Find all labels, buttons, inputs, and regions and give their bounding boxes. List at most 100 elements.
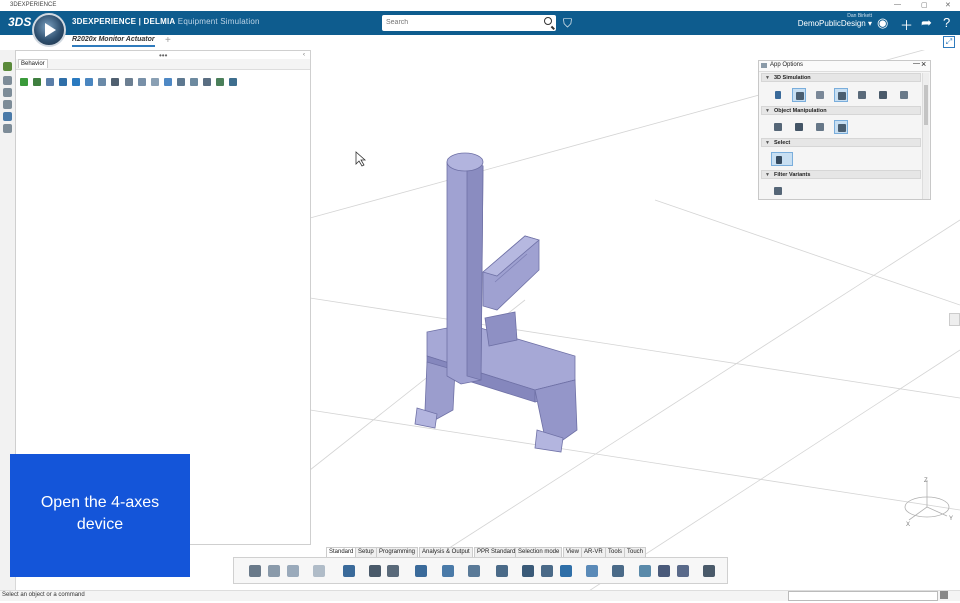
device-tool-icon[interactable] [441,564,455,578]
behavior-icon[interactable] [3,112,12,121]
filter-list-icon[interactable] [176,78,185,86]
help-icon[interactable]: ? [943,15,950,30]
select-arrow-icon[interactable] [771,152,793,166]
filter-variants-tools [771,184,789,198]
collision-icon[interactable] [792,120,806,134]
filter-alt-icon[interactable] [189,78,198,86]
sort-icon[interactable] [202,78,211,86]
workspace-selector[interactable]: DemoPublicDesign ▾ [796,19,872,28]
action-bar [233,557,728,584]
os-title-bar: 3DEXPERIENCE — ▢ ✕ [0,0,960,11]
align-icon[interactable] [834,120,849,134]
frame-icon[interactable] [124,78,133,86]
app-header: 3DS 3DEXPERIENCE | DELMIA Equipment Simu… [0,11,960,47]
analysis-tool-icon[interactable] [657,564,671,578]
settings-icon[interactable] [3,100,12,109]
app-options-icon [761,63,767,68]
minimize-panel-icon[interactable]: — [913,60,920,67]
panel-grip-icon[interactable]: ••• [159,51,167,60]
orientation-compass[interactable] [904,480,950,521]
status-settings-icon[interactable] [940,591,948,599]
window-close-button[interactable]: ✕ [945,1,951,9]
share-icon[interactable]: ➦ [921,15,932,31]
mechanism-tool-icon[interactable] [342,564,356,578]
search-icon[interactable] [544,17,552,25]
search-box[interactable] [382,15,556,31]
undo-icon[interactable] [312,564,326,578]
arrange-icon[interactable] [215,78,224,86]
anchor-tool-icon[interactable] [414,564,428,578]
edit-list-icon[interactable] [855,88,869,102]
snap-icon[interactable] [771,120,785,134]
os-window-title: 3DEXPERIENCE [10,2,57,8]
logic-tool-icon[interactable] [611,564,625,578]
variant-filter-icon[interactable] [771,184,785,198]
instruction-overlay: Open the 4-axes device [10,454,190,577]
robot-move-icon[interactable] [813,120,827,134]
split-icon[interactable] [85,78,94,86]
export-icon[interactable] [137,78,146,86]
layers-icon[interactable] [3,124,12,133]
simulation-tool-icon[interactable] [702,564,716,578]
globe-tool-icon[interactable] [638,564,652,578]
mechanism-icon[interactable] [792,88,807,102]
tag-icon[interactable]: ⛉ [563,16,572,31]
sensor-tool-icon[interactable] [521,564,535,578]
camera-icon[interactable] [876,88,890,102]
table-check-icon[interactable] [897,88,911,102]
upload-icon[interactable] [771,88,785,102]
gripper-tool-icon[interactable] [386,564,400,578]
run-icon[interactable] [229,78,237,86]
brand-title: 3DEXPERIENCE | DELMIA Equipment Simulati… [72,17,260,26]
close-panel-icon[interactable]: × [921,59,926,69]
window-minimize-button[interactable]: — [894,1,901,8]
move-icon[interactable] [72,78,81,86]
copy-icon[interactable] [813,88,827,102]
report-tool-icon[interactable] [676,564,690,578]
app-options-header: App Options — × [759,59,930,72]
cut-icon[interactable] [248,564,262,578]
tree-icon[interactable] [3,62,12,71]
filter-down-icon[interactable] [163,78,172,86]
validate-icon[interactable] [33,78,42,86]
signal-tool-icon[interactable] [585,564,599,578]
side-panel-toggle-icon[interactable] [949,313,960,326]
block-icon[interactable] [59,78,68,86]
window-maximize-button[interactable]: ▢ [921,1,928,9]
section-collapse-icon: ▼ [765,140,770,146]
collapse-panel-icon[interactable]: ‹ [303,52,305,58]
app-options-scrollbar[interactable] [922,73,929,199]
section-collapse-icon: ▼ [765,172,770,178]
section-select[interactable]: ▼ Select [761,138,921,147]
3d-simulation-tools [771,88,915,102]
tab-behavior[interactable]: Behavior [18,59,48,68]
add-tab-button[interactable]: + [165,35,171,46]
behavior-tool-icon[interactable] [559,564,573,578]
pin-icon[interactable] [3,76,12,85]
sensor-icon[interactable] [834,88,849,102]
table-icon[interactable] [46,78,55,86]
font-icon[interactable] [111,78,120,86]
user-profile-icon[interactable]: ◉ [877,15,888,31]
robot-tool-icon[interactable] [368,564,382,578]
filter-icon[interactable] [3,88,12,97]
fullscreen-icon[interactable]: ⤢ [943,36,955,48]
section-object-manipulation[interactable]: ▼ Object Manipulation [761,106,921,115]
add-behavior-icon[interactable] [20,78,28,86]
copy-icon[interactable] [267,564,281,578]
user-menu[interactable]: Dan Birkett DemoPublicDesign ▾ [796,13,872,28]
section-filter-variants[interactable]: ▼ Filter Variants [761,170,921,179]
app-name: Equipment Simulation [177,17,260,26]
joint-tool-icon[interactable] [495,564,509,578]
tab-r2020x-monitor-actuator[interactable]: R2020x Monitor Actuator [72,36,155,47]
section-3d-simulation[interactable]: ▼ 3D Simulation [761,73,921,82]
check-icon[interactable] [150,78,159,86]
paste-icon[interactable] [286,564,300,578]
search-input[interactable] [382,15,540,30]
transport-tool-icon[interactable] [467,564,481,578]
4-axes-device-model[interactable] [414,152,578,453]
compass-play-button[interactable] [32,13,66,47]
add-icon[interactable]: ＋ [900,15,913,34]
io-tool-icon[interactable] [540,564,554,578]
grid-icon[interactable] [98,78,107,86]
